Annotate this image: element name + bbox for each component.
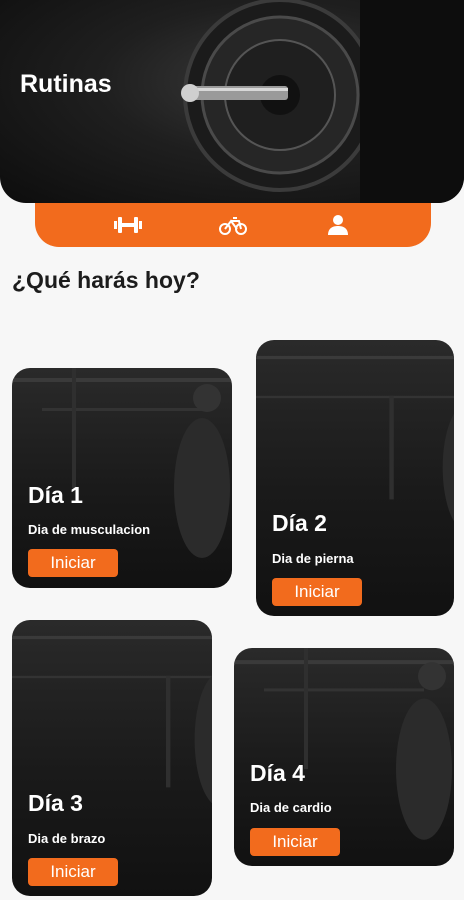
start-button[interactable]: Iniciar	[250, 828, 340, 856]
routine-card-day-3[interactable]: Día 3 Dia de brazo Iniciar	[12, 620, 212, 896]
day-label: Día 1	[28, 482, 83, 508]
user-icon	[328, 215, 349, 235]
header-banner: Rutinas	[0, 0, 464, 203]
day-label: Día 2	[272, 510, 327, 536]
day-label: Día 3	[28, 790, 83, 816]
start-button[interactable]: Iniciar	[272, 578, 362, 606]
routine-card-day-1[interactable]: Día 1 Dia de musculacion Iniciar	[12, 368, 232, 588]
day-subtitle: Dia de pierna	[272, 551, 354, 566]
bicycle-icon	[218, 217, 247, 235]
day-subtitle: Dia de musculacion	[28, 522, 151, 537]
tab-cardio[interactable]	[213, 205, 253, 245]
section-heading: ¿Qué harás hoy?	[12, 267, 200, 293]
tab-routines[interactable]	[108, 205, 148, 245]
routine-card-day-2[interactable]: Día 2 Dia de pierna Iniciar	[256, 340, 454, 616]
tab-profile[interactable]	[318, 205, 358, 245]
dumbbell-icon	[113, 217, 142, 233]
tab-bar	[35, 203, 431, 247]
page-title: Rutinas	[20, 70, 112, 98]
day-label: Día 4	[250, 760, 305, 786]
routine-card-day-4[interactable]: Día 4 Dia de cardio Iniciar	[234, 648, 454, 866]
start-button[interactable]: Iniciar	[28, 549, 118, 577]
dumbbell-photo	[181, 0, 464, 203]
day-subtitle: Dia de brazo	[28, 831, 106, 846]
day-subtitle: Dia de cardio	[250, 800, 332, 815]
start-button[interactable]: Iniciar	[28, 858, 118, 886]
